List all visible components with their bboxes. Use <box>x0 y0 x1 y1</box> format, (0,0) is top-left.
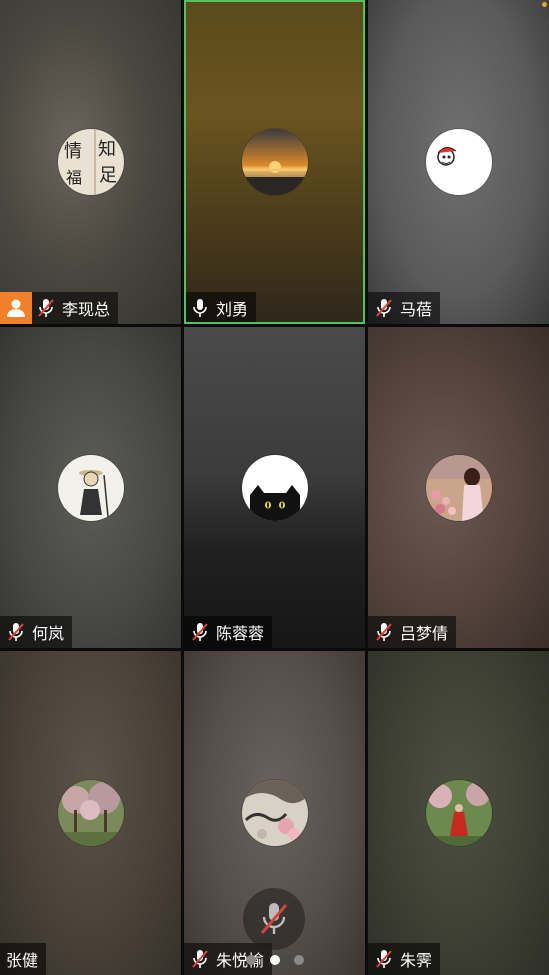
participant-name: 张健 <box>6 951 39 970</box>
mic-muted-icon <box>374 621 394 643</box>
participant-tile[interactable]: 陈蓉蓉 <box>184 327 365 648</box>
participant-tile-active[interactable]: 刘勇 <box>184 0 365 324</box>
participant-label: 何岚 <box>0 616 73 648</box>
participant-tile[interactable]: 马蓓 <box>368 0 549 324</box>
mic-muted-icon <box>190 948 210 970</box>
mic-toggle-button[interactable] <box>243 888 305 950</box>
mic-muted-icon <box>374 297 394 319</box>
participant-label: 张健 <box>0 943 47 975</box>
host-icon <box>0 292 32 324</box>
blossom-trees-avatar <box>57 780 124 846</box>
participant-name: 吕梦倩 <box>400 624 449 643</box>
participant-grid: 情 知 福 足 李现总 刘勇 马蓓 何岚 陈蓉蓉 吕梦倩 张健 朱悦愉 朱霁 <box>0 0 549 975</box>
svg-text:知: 知 <box>98 139 116 160</box>
participant-name: 朱霁 <box>400 951 433 970</box>
figure-avatar <box>57 454 124 521</box>
flowers-girl-avatar <box>425 454 492 521</box>
painting-avatar <box>241 780 308 846</box>
participant-tile[interactable]: 吕梦倩 <box>368 327 549 648</box>
sunset-avatar <box>241 129 308 195</box>
mic-muted-icon <box>190 621 210 643</box>
participant-tile[interactable]: 情 知 福 足 李现总 <box>0 0 181 324</box>
mic-on-icon <box>190 297 210 319</box>
participant-tile[interactable]: 何岚 <box>0 327 181 648</box>
participant-label: 李现总 <box>0 292 119 324</box>
participant-tile[interactable]: 张健 <box>0 651 181 975</box>
calligraphy-avatar: 情 知 福 足 <box>57 129 124 195</box>
mic-muted-icon <box>36 297 56 319</box>
mic-muted-icon <box>6 621 26 643</box>
page-dot[interactable] <box>246 955 256 965</box>
participant-label: 刘勇 <box>184 292 257 324</box>
mic-muted-icon <box>260 903 288 934</box>
participant-label: 朱霁 <box>368 943 441 975</box>
red-dress-avatar <box>425 780 492 846</box>
participant-label: 马蓓 <box>368 292 441 324</box>
svg-text:情: 情 <box>64 141 82 162</box>
page-dot-current[interactable] <box>270 955 280 965</box>
participant-label: 吕梦倩 <box>368 616 457 648</box>
participant-name: 李现总 <box>62 300 111 319</box>
page-dot[interactable] <box>294 955 304 965</box>
svg-text:足: 足 <box>99 165 117 186</box>
participant-label: 陈蓉蓉 <box>184 616 273 648</box>
mic-muted-icon <box>374 948 394 970</box>
participant-name: 马蓓 <box>400 300 433 319</box>
svg-text:福: 福 <box>66 168 82 187</box>
participant-name: 何岚 <box>32 624 65 643</box>
black-cat-avatar <box>241 454 308 521</box>
participant-name: 刘勇 <box>216 300 249 319</box>
page-indicator <box>246 955 304 965</box>
status-dot <box>542 2 547 7</box>
participant-tile[interactable]: 朱霁 <box>368 651 549 975</box>
cartoon-avatar <box>425 129 492 195</box>
participant-name: 陈蓉蓉 <box>216 624 265 643</box>
